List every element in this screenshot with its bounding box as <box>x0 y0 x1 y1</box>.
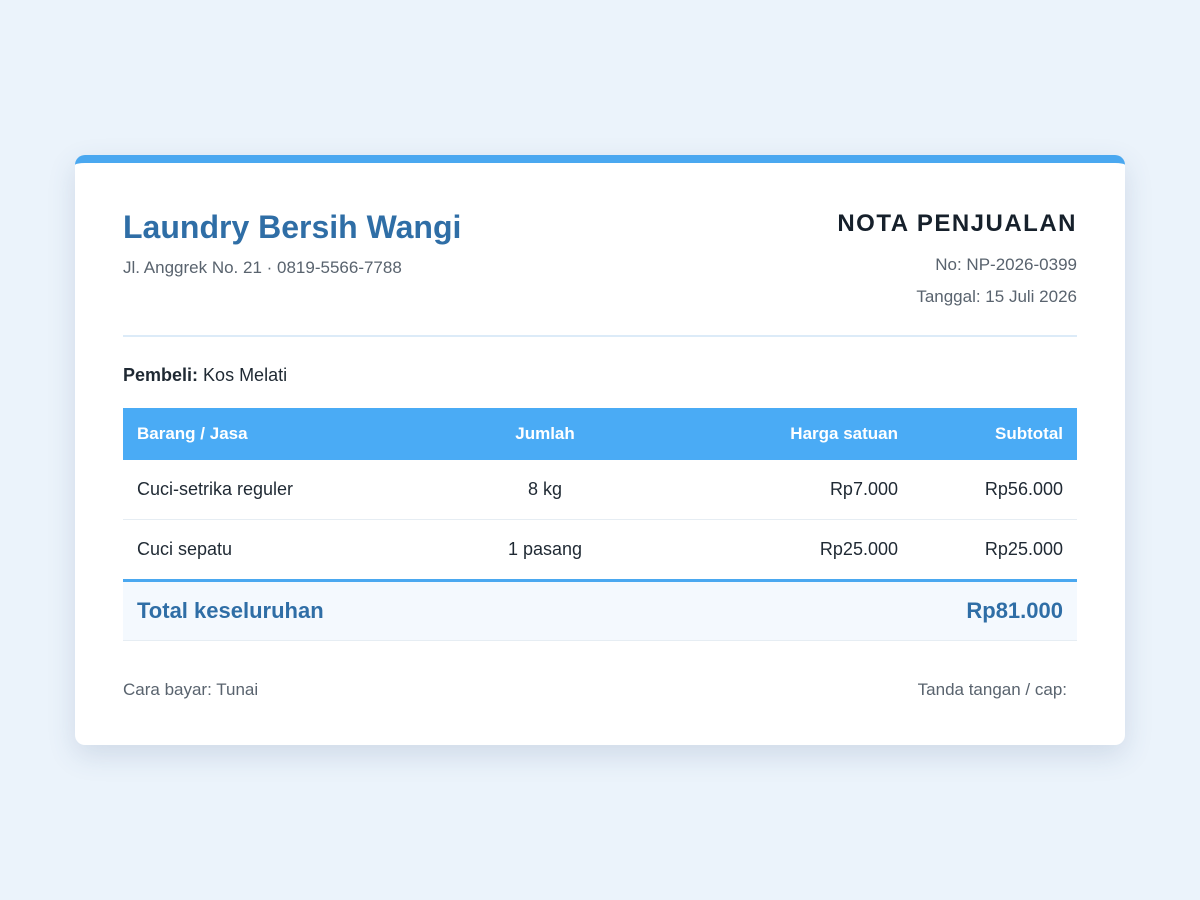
row-price: Rp25.000 <box>819 539 898 559</box>
receipt-header: Laundry Bersih Wangi Jl. Anggrek No. 21 … <box>123 163 1077 337</box>
document-number: No: NP-2026-0399 <box>935 255 1077 274</box>
items-table: Barang / Jasa Jumlah Harga satuan Subtot… <box>123 408 1077 641</box>
receipt-card: Laundry Bersih Wangi Jl. Anggrek No. 21 … <box>75 155 1125 745</box>
row-subtotal: Rp25.000 <box>984 539 1063 559</box>
total-value: Rp81.000 <box>649 579 1077 641</box>
table-row: Cuci-setrika reguler 8 kg Rp7.000 Rp56.0… <box>123 460 1077 520</box>
store-name: Laundry Bersih Wangi <box>123 209 462 245</box>
row-subtotal: Rp56.000 <box>912 460 1077 520</box>
row-item: Cuci sepatu <box>137 539 233 559</box>
payment-method: Cara bayar: Tunai <box>123 680 259 699</box>
row-price: Rp7.000 <box>649 460 912 520</box>
header-price: Harga satuan <box>649 408 912 460</box>
document-date: Tanggal: 15 Juli 2026 <box>916 287 1077 306</box>
row-qty: 1 pasang <box>507 539 583 559</box>
document-title: NOTA PENJUALAN <box>837 210 1077 237</box>
buyer-label: Pembeli: <box>123 365 199 385</box>
total-row: Total keseluruhan Rp81.000 <box>123 579 1077 641</box>
store-address-phone: Jl. Anggrek No. 21 · 0819-5566-7788 <box>123 258 402 277</box>
buyer-name: Kos Melati <box>203 365 288 385</box>
document-meta: No: NP-2026-0399 Tanggal: 15 Juli 2026 <box>916 249 1077 313</box>
row-item: Cuci-setrika reguler <box>123 460 441 520</box>
row-qty: 8 kg <box>441 460 649 520</box>
header-qty: Jumlah <box>441 408 649 460</box>
header-item: Barang / Jasa <box>123 408 441 460</box>
signature-label: Tanda tangan / cap: <box>917 680 1067 699</box>
header-subtotal: Subtotal <box>912 408 1077 460</box>
table-header-row: Barang / Jasa Jumlah Harga satuan Subtot… <box>123 408 1077 460</box>
buyer-line: Pembeli: Kos Melati <box>123 363 287 387</box>
total-label: Total keseluruhan <box>123 579 649 641</box>
table-row: Cuci sepatu 1 pasang Rp25.000 Rp25.000 <box>123 520 1077 581</box>
